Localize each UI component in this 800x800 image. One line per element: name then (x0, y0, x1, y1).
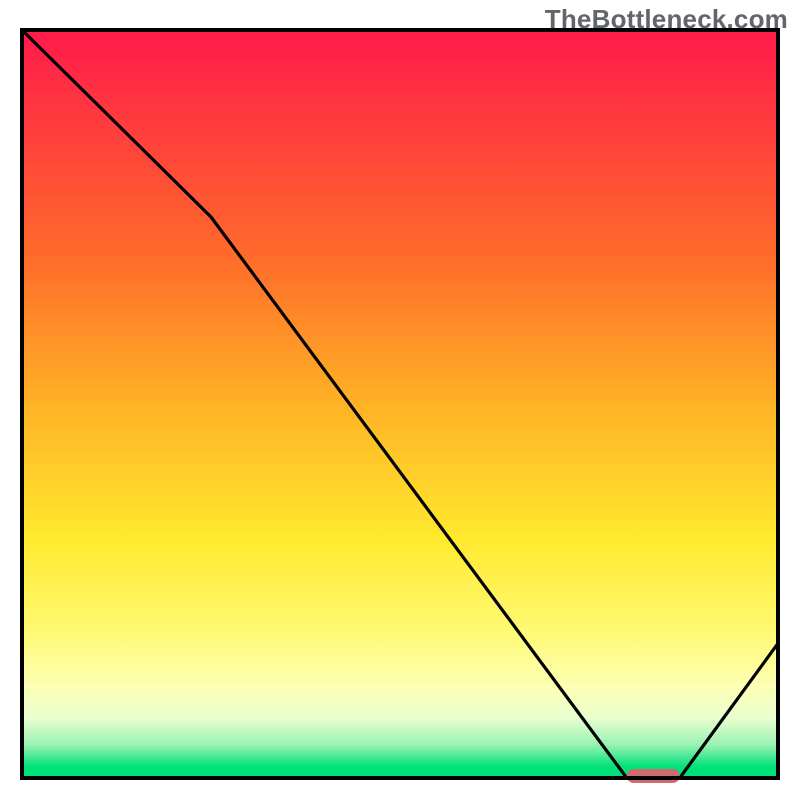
plot-area (22, 30, 778, 783)
watermark-text: TheBottleneck.com (545, 4, 788, 35)
bottleneck-chart (0, 0, 800, 800)
chart-container: TheBottleneck.com (0, 0, 800, 800)
